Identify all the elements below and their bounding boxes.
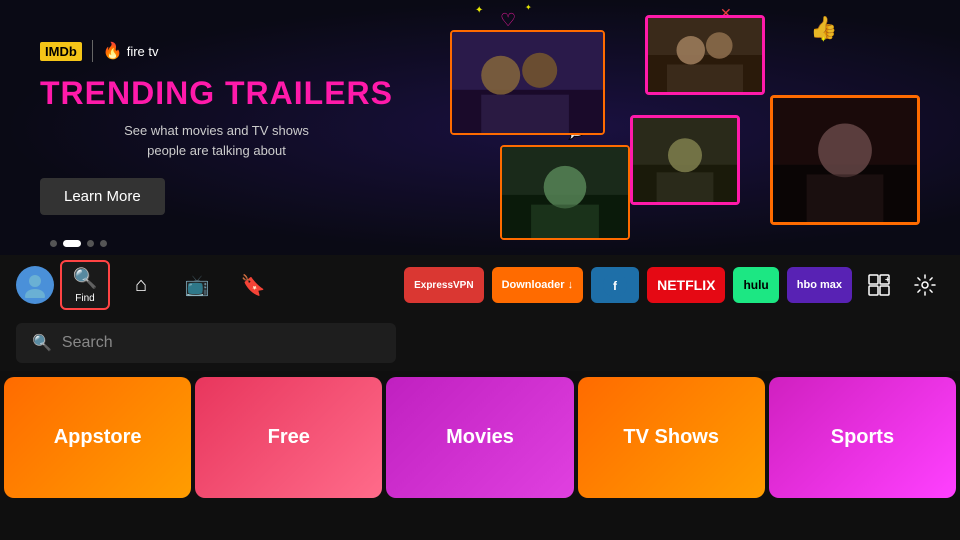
tvshows-tile[interactable]: TV Shows [578, 377, 765, 498]
search-icon: 🔍 [73, 266, 98, 291]
hero-title: TRENDING TRAILERS [40, 76, 393, 111]
movie-frame-1[interactable] [450, 30, 605, 135]
app-icons-row: ExpressVPN Downloader ↓ f NETFLIX hulu h… [404, 266, 944, 304]
sparkle-icon1: ✦ [475, 5, 483, 16]
svg-text:+: + [885, 275, 890, 284]
sports-label: Sports [831, 426, 894, 449]
movies-tile[interactable]: Movies [386, 377, 573, 498]
user-avatar[interactable] [16, 266, 54, 304]
imdb-logo: IMDb [40, 42, 82, 61]
hulu-app[interactable]: hulu [733, 267, 778, 303]
find-nav-button[interactable]: 🔍 Find [60, 260, 110, 310]
movie-frame-2[interactable] [645, 15, 765, 95]
pagination-dots [50, 240, 107, 247]
nav-bar: 🔍 Find ⌂ 📺 🔖 ExpressVPN Downloader ↓ f [0, 255, 960, 315]
nav-left-icons: 🔍 Find ⌂ 📺 🔖 [16, 260, 278, 310]
find-label: Find [75, 293, 94, 304]
live-icon: 📺 [185, 273, 210, 298]
firetv-logo: 🔥 fire tv [103, 41, 159, 61]
flame-icon: 🔥 [103, 41, 123, 61]
free-label: Free [268, 426, 310, 449]
downloader-label: Downloader ↓ [502, 279, 574, 291]
watchlist-nav-button[interactable]: 🔖 [228, 260, 278, 310]
dot-1[interactable] [50, 240, 57, 247]
downloader-app[interactable]: Downloader ↓ [492, 267, 584, 303]
sports-tile[interactable]: Sports [769, 377, 956, 498]
dot-4[interactable] [100, 240, 107, 247]
search-section: 🔍 Search [0, 315, 960, 371]
categories-row: Appstore Free Movies TV Shows Sports [0, 371, 960, 504]
learn-more-button[interactable]: Learn More [40, 178, 165, 215]
movies-label: Movies [446, 426, 514, 449]
sparkle-icon4: ✦ [820, 35, 827, 44]
home-nav-button[interactable]: ⌂ [116, 260, 166, 310]
logo-divider [92, 40, 93, 62]
hulu-label: hulu [743, 278, 768, 292]
settings-button[interactable] [906, 266, 944, 304]
bookmark-icon: 🔖 [241, 273, 266, 298]
brand-logos: IMDb 🔥 fire tv [40, 40, 393, 62]
home-icon: ⌂ [135, 274, 147, 297]
movie-frame-5[interactable] [770, 95, 920, 225]
appstore-label: Appstore [54, 426, 142, 449]
hbomax-label: hbo max [797, 279, 842, 291]
hero-left-content: IMDb 🔥 fire tv TRENDING TRAILERS See wha… [40, 40, 393, 215]
expressvpn-app[interactable]: ExpressVPN [404, 267, 483, 303]
free-tile[interactable]: Free [195, 377, 382, 498]
expressvpn-label: ExpressVPN [414, 280, 473, 291]
dot-3[interactable] [87, 240, 94, 247]
hero-banner: IMDb 🔥 fire tv TRENDING TRAILERS See wha… [0, 0, 960, 255]
search-icon-input: 🔍 [32, 333, 52, 353]
tvshows-label: TV Shows [623, 426, 719, 449]
dot-2[interactable] [63, 240, 81, 247]
netflix-app[interactable]: NETFLIX [647, 267, 725, 303]
netflix-label: NETFLIX [657, 277, 715, 293]
hero-images-area: ♡ ✦ ✦ ✕ ✦ + 💬 👍 ✦ [380, 0, 960, 255]
movie-frame-3[interactable] [630, 115, 740, 205]
blue-app[interactable]: f [591, 267, 639, 303]
grid-apps-button[interactable]: + [860, 266, 898, 304]
hero-subtitle: See what movies and TV shows people are … [40, 121, 393, 160]
heart-icon: ♡ [500, 10, 516, 31]
search-bar[interactable]: 🔍 Search [16, 323, 396, 363]
movie-frame-4[interactable] [500, 145, 630, 240]
appstore-tile[interactable]: Appstore [4, 377, 191, 498]
sparkle-icon2: ✦ [525, 3, 532, 12]
search-placeholder: Search [62, 334, 113, 352]
live-nav-button[interactable]: 📺 [172, 260, 222, 310]
hbomax-app[interactable]: hbo max [787, 267, 852, 303]
